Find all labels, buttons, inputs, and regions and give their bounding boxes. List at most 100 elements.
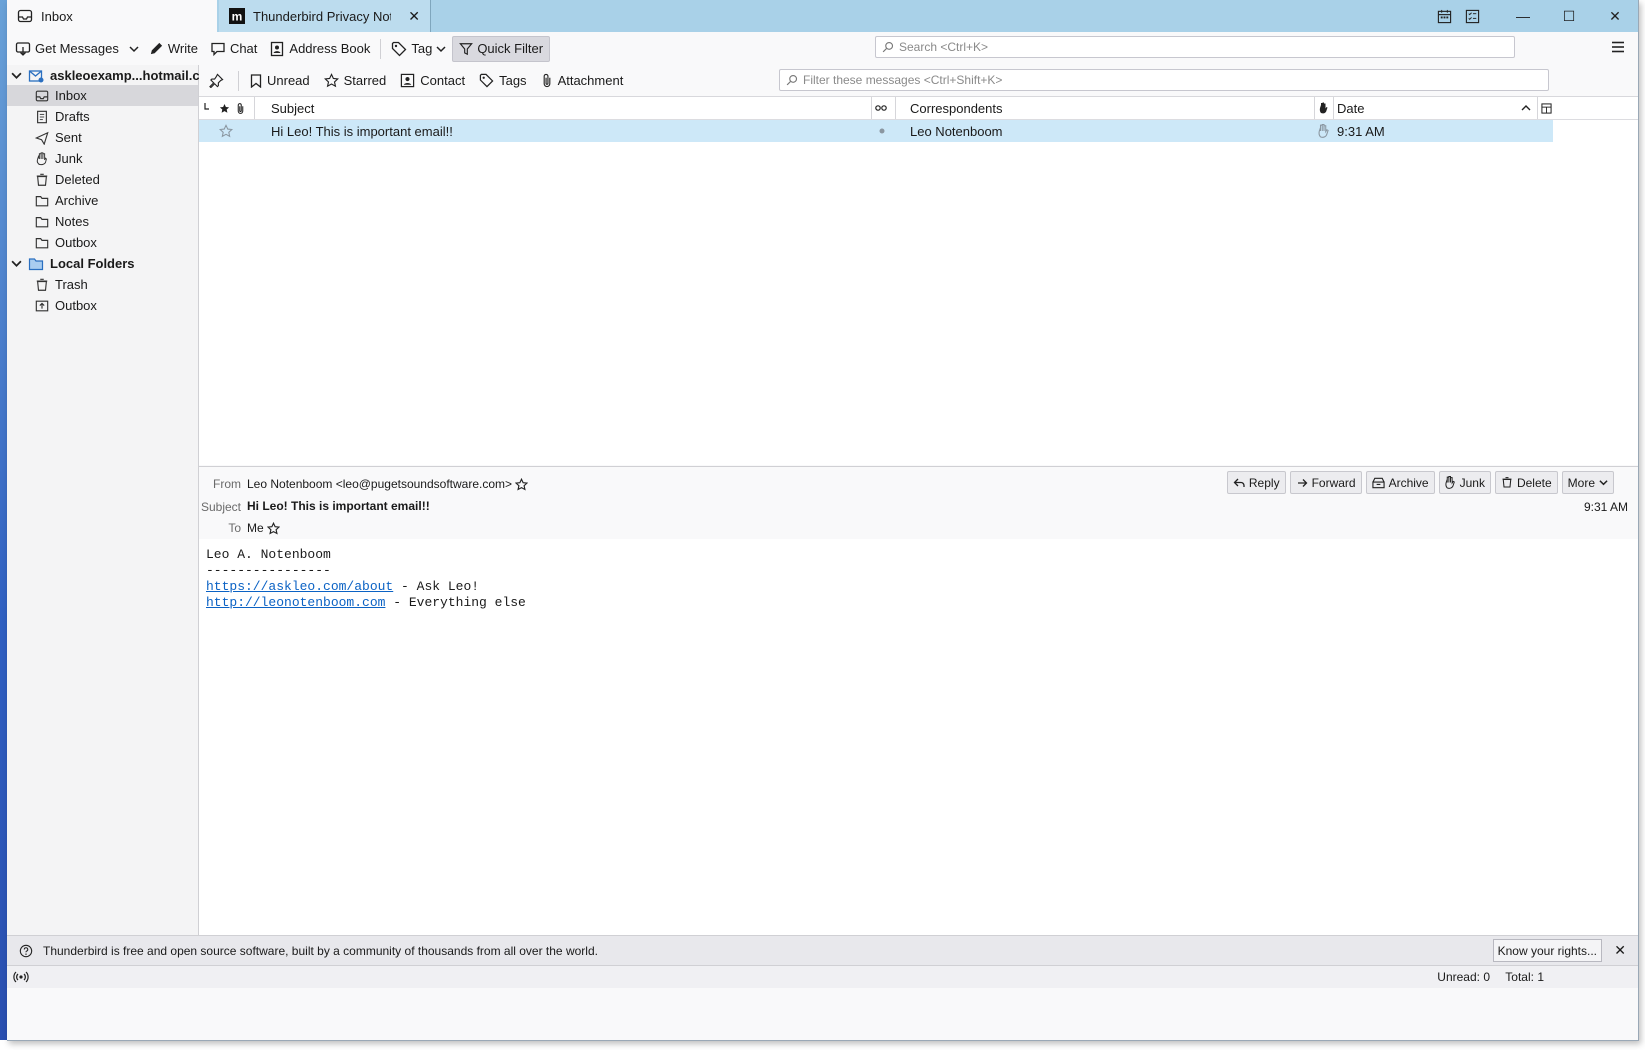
window-controls: — ☐ ✕ <box>1430 0 1638 32</box>
maximize-button[interactable]: ☐ <box>1546 0 1592 32</box>
chevron-down-icon[interactable] <box>11 258 22 269</box>
folder-junk[interactable]: Junk <box>7 148 198 169</box>
close-tab-icon[interactable]: ✕ <box>408 8 420 25</box>
junk-toggle-icon[interactable] <box>1318 120 1332 142</box>
filter-starred-button[interactable]: Starred <box>317 70 394 92</box>
filter-unread-button[interactable]: Unread <box>243 70 317 92</box>
askleo-link[interactable]: https://askleo.com/about <box>206 579 393 594</box>
star-icon <box>323 73 339 88</box>
correspondents-column-header[interactable]: Correspondents <box>910 97 1003 119</box>
folder-drafts[interactable]: Drafts <box>7 106 198 127</box>
filter-messages-input[interactable]: Filter these messages <Ctrl+Shift+K> <box>779 69 1549 91</box>
folder-archive[interactable]: Archive <box>7 190 198 211</box>
filter-tags-button[interactable]: Tags <box>472 70 533 92</box>
attachment-column[interactable] <box>236 97 250 119</box>
toolbar-separator <box>380 38 382 59</box>
folder-local-outbox[interactable]: Outbox <box>7 295 198 316</box>
message-body: Leo A. Notenboom ---------------- https:… <box>199 539 1638 935</box>
folder-label: Outbox <box>55 298 97 313</box>
folder-inbox[interactable]: Inbox <box>7 85 198 106</box>
filter-attachment-button[interactable]: Attachment <box>534 70 631 92</box>
read-dot-icon[interactable] <box>879 120 889 142</box>
archive-button[interactable]: Archive <box>1365 471 1435 494</box>
starred-label: Starred <box>343 73 387 88</box>
tasks-icon[interactable] <box>1458 0 1486 32</box>
junk-status-column[interactable] <box>1319 97 1333 119</box>
close-icon[interactable]: ✕ <box>1614 942 1626 959</box>
app-menu-button[interactable] <box>1606 36 1630 58</box>
address-book-button[interactable]: Address Book <box>263 37 376 61</box>
star-column[interactable] <box>219 97 233 119</box>
delete-button[interactable]: Delete <box>1494 471 1558 494</box>
folder-label: Junk <box>55 151 83 166</box>
sticky-filter-button[interactable] <box>199 70 234 92</box>
forward-button[interactable]: Forward <box>1289 471 1362 494</box>
folder-deleted[interactable]: Deleted <box>7 169 198 190</box>
column-picker-icon[interactable] <box>1541 97 1555 119</box>
local-folders-label: Local Folders <box>50 256 135 271</box>
filter-contact-button[interactable]: Contact <box>393 70 472 92</box>
table-row[interactable]: Hi Leo! This is important email!! Leo No… <box>199 120 1553 142</box>
folder-outbox[interactable]: Outbox <box>7 232 198 253</box>
subject-label: Subject <box>200 500 241 514</box>
global-search-input[interactable]: Search <Ctrl+K> <box>875 36 1515 58</box>
tags-label: Tags <box>499 73 527 88</box>
address-book-icon <box>269 41 285 57</box>
calendar-icon[interactable] <box>1430 0 1458 32</box>
get-messages-dropdown[interactable] <box>125 37 143 61</box>
minimize-button[interactable]: — <box>1500 0 1546 32</box>
tab-privacy-notice[interactable]: m Thunderbird Privacy Notice ✕ <box>219 0 431 32</box>
more-button[interactable]: More <box>1561 471 1614 494</box>
quick-filter-button[interactable]: Quick Filter <box>452 35 551 62</box>
address-book-label: Address Book <box>289 41 371 56</box>
attachment-label: Attachment <box>557 73 624 88</box>
reply-button[interactable]: Reply <box>1226 471 1286 494</box>
star-toggle-icon[interactable] <box>219 120 233 142</box>
chevron-down-icon[interactable] <box>11 70 22 81</box>
write-label: Write <box>167 41 198 56</box>
junk-button[interactable]: Junk <box>1438 471 1491 494</box>
star-icon[interactable] <box>266 521 280 535</box>
paperclip-icon <box>541 73 553 88</box>
folder-sent[interactable]: Sent <box>7 127 198 148</box>
svg-text:m: m <box>232 10 243 24</box>
contact-icon <box>400 73 415 88</box>
folder-label: Archive <box>55 193 99 208</box>
message-header: From Leo Notenboom <leo@pugetsoundsoftwa… <box>199 466 1638 540</box>
write-button[interactable]: Write <box>143 37 204 61</box>
date-column-header[interactable]: Date <box>1337 97 1364 119</box>
online-status-icon[interactable] <box>13 971 29 983</box>
tag-button[interactable]: Tag <box>385 37 452 61</box>
folder-pane: askleoexamp...hotmail.com Inbox Drafts S… <box>7 65 219 935</box>
from-value[interactable]: Leo Notenboom <leo@pugetsoundsoftware.co… <box>247 477 512 491</box>
star-icon[interactable] <box>515 477 529 491</box>
tab-title: Thunderbird Privacy Notice <box>253 8 391 24</box>
notification-bar: Thunderbird is free and open source soft… <box>7 935 1638 965</box>
contact-label: Contact <box>420 73 466 88</box>
app-frame: Inbox m Thunderbird Privacy Notice ✕ — ☐… <box>0 0 1645 1050</box>
column-headers: Subject Correspondents Date <box>199 97 1638 120</box>
tab-inbox[interactable]: Inbox <box>7 0 217 32</box>
thread-column[interactable] <box>203 97 217 119</box>
quick-filter-label: Quick Filter <box>477 41 544 56</box>
forward-icon <box>1296 477 1308 489</box>
subject-column-header[interactable]: Subject <box>271 97 314 119</box>
sort-ascending-icon[interactable] <box>1521 97 1533 119</box>
from-field: Leo Notenboom <leo@pugetsoundsoftware.co… <box>247 477 529 491</box>
folder-trash[interactable]: Trash <box>7 274 198 295</box>
signature-line-1: https://askleo.com/about - Ask Leo! <box>206 579 526 595</box>
account-row[interactable]: askleoexamp...hotmail.com <box>7 65 219 86</box>
close-window-button[interactable]: ✕ <box>1592 0 1638 32</box>
leonotenboom-link[interactable]: http://leonotenboom.com <box>206 595 385 610</box>
folder-notes[interactable]: Notes <box>7 211 198 232</box>
read-status-icon <box>875 104 887 112</box>
to-value[interactable]: Me <box>247 521 264 535</box>
folder-label: Drafts <box>55 109 90 124</box>
archive-icon <box>1371 477 1385 489</box>
get-messages-button[interactable]: Get Messages <box>7 37 125 61</box>
local-folders-row[interactable]: Local Folders <box>7 253 198 274</box>
column-separator <box>1537 97 1538 119</box>
read-status-column[interactable] <box>875 97 891 119</box>
know-your-rights-button[interactable]: Know your rights... <box>1492 939 1602 962</box>
chat-button[interactable]: Chat <box>204 37 263 61</box>
